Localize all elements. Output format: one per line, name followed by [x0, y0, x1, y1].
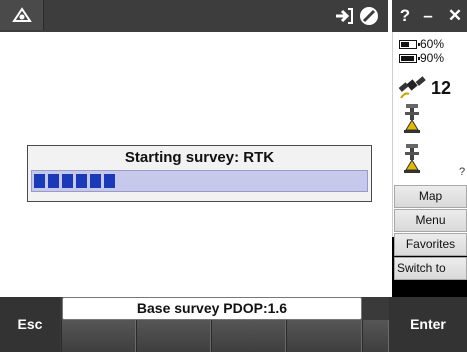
progress-block — [104, 174, 115, 188]
satellite-icon — [398, 76, 426, 99]
softkey-5[interactable] — [362, 320, 389, 352]
close-button[interactable]: ✕ — [446, 6, 464, 26]
favorites-button[interactable]: Favorites — [394, 233, 467, 256]
progress-fill — [34, 174, 115, 188]
menu-button-label: Menu — [415, 213, 446, 227]
help-button[interactable]: ? — [398, 6, 412, 26]
no-entry-icon[interactable] — [358, 5, 380, 27]
truncated-status-text: ? — [459, 166, 466, 178]
trimble-logo-icon — [12, 7, 32, 22]
enter-button[interactable]: Enter — [389, 297, 467, 352]
progress-block — [62, 174, 73, 188]
progress-block — [48, 174, 59, 188]
battery-icon — [399, 40, 420, 50]
favorites-button-label: Favorites — [405, 237, 456, 251]
progress-block — [76, 174, 87, 188]
battery-2-percent: 90% — [420, 51, 445, 65]
map-button[interactable]: Map — [394, 185, 467, 208]
title-bar: ? – ✕ — [0, 0, 467, 32]
softkey-2[interactable] — [136, 320, 211, 352]
main-content: Starting survey: RTK — [0, 32, 392, 297]
esc-button[interactable]: Esc — [0, 297, 60, 352]
progress-bar — [31, 170, 368, 192]
menu-button[interactable]: Menu — [394, 209, 467, 232]
title-bar-divider — [388, 0, 392, 32]
satellite-count: 12 — [431, 78, 452, 98]
battery-1-percent: 60% — [420, 37, 445, 51]
switch-to-button[interactable]: Switch to — [394, 257, 467, 280]
progress-block — [34, 174, 45, 188]
app-logo-button[interactable] — [0, 0, 44, 30]
softkey-4[interactable] — [286, 320, 362, 352]
dialog-title: Starting survey: RTK — [124, 149, 275, 166]
map-button-label: Map — [418, 189, 443, 203]
minimize-button[interactable]: – — [420, 6, 436, 26]
softkey-3[interactable] — [211, 320, 286, 352]
battery-icon — [399, 54, 420, 64]
rover-receiver-icon — [404, 104, 420, 133]
battery-1: 60% — [399, 38, 444, 50]
battery-2: 90% — [399, 52, 444, 64]
progress-dialog: Starting survey: RTK — [27, 145, 372, 202]
base-receiver-icon — [404, 144, 420, 173]
switch-to-button-label: Switch to — [397, 261, 446, 275]
progress-block — [90, 174, 101, 188]
login-arrow-icon[interactable] — [333, 5, 355, 27]
status-bar: Base survey PDOP:1.6 — [62, 297, 362, 320]
softkey-1[interactable] — [61, 320, 136, 352]
